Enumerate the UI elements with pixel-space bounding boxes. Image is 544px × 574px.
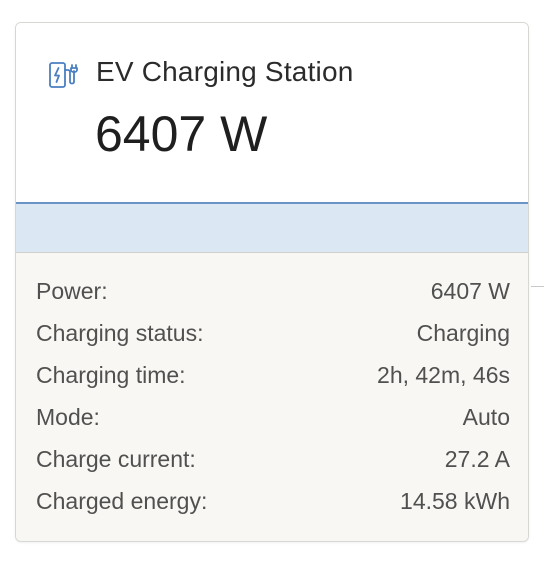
power-readout: 6407 W	[95, 106, 268, 162]
detail-value: 2h, 42m, 46s	[377, 362, 510, 388]
power-bar	[16, 202, 528, 252]
detail-row-mode: Mode: Auto	[36, 400, 510, 442]
detail-value: 6407 W	[430, 278, 510, 304]
detail-label: Mode:	[36, 404, 100, 430]
detail-label: Charged energy:	[36, 488, 208, 514]
detail-value: Charging	[416, 320, 510, 346]
widget-title: EV Charging Station	[96, 56, 354, 87]
ev-charger-icon	[47, 59, 79, 91]
detail-label: Charging status:	[36, 320, 204, 346]
detail-label: Power:	[36, 278, 108, 304]
detail-row-power: Power: 6407 W	[36, 274, 510, 316]
detail-row-charge-current: Charge current: 27.2 A	[36, 442, 510, 484]
detail-value: 14.58 kWh	[400, 488, 510, 514]
detail-value: 27.2 A	[444, 446, 510, 472]
ev-charging-station-widget[interactable]: EV Charging Station 6407 W Power: 6407 W…	[15, 22, 529, 542]
details-panel: Power: 6407 W Charging status: Charging …	[16, 252, 528, 541]
detail-row-charging-time: Charging time: 2h, 42m, 46s	[36, 358, 510, 400]
detail-value: Auto	[462, 404, 510, 430]
detail-label: Charging time:	[36, 362, 186, 388]
detail-label: Charge current:	[36, 446, 196, 472]
detail-row-charged-energy: Charged energy: 14.58 kWh	[36, 484, 510, 526]
widget-header: EV Charging Station 6407 W	[16, 23, 528, 203]
connector-line	[531, 286, 544, 287]
detail-row-charging-status: Charging status: Charging	[36, 316, 510, 358]
